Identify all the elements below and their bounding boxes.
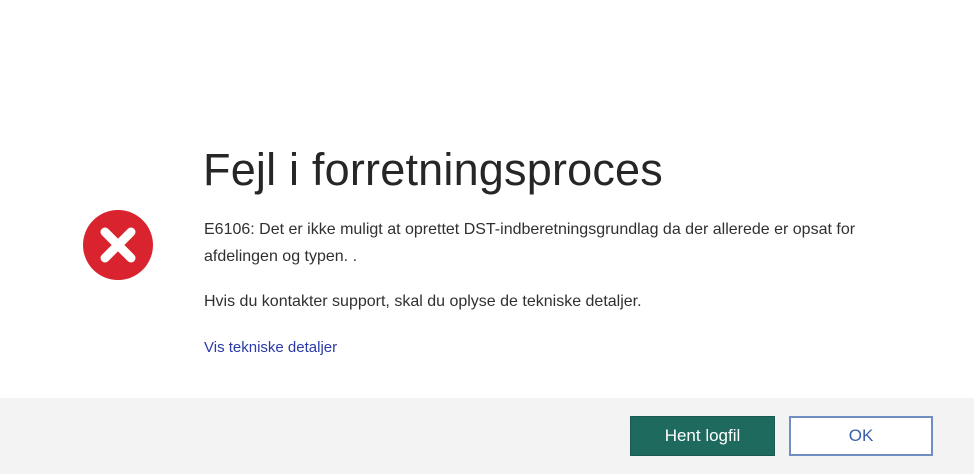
download-log-button[interactable]: Hent logfil [630, 416, 775, 456]
error-icon [81, 208, 155, 282]
dialog-content: Fejl i forretningsproces E6106: Det er i… [0, 0, 974, 398]
support-text: Hvis du kontakter support, skal du oplys… [204, 293, 642, 310]
dialog-title: Fejl i forretningsproces [203, 144, 663, 195]
show-technical-details-link[interactable]: Vis tekniske detaljer [204, 339, 337, 356]
error-dialog: Fejl i forretningsproces E6106: Det er i… [0, 0, 974, 474]
error-message: E6106: Det er ikke muligt at oprettet DS… [204, 221, 856, 265]
dialog-footer: Hent logfil OK [0, 398, 974, 474]
ok-button[interactable]: OK [789, 416, 933, 456]
